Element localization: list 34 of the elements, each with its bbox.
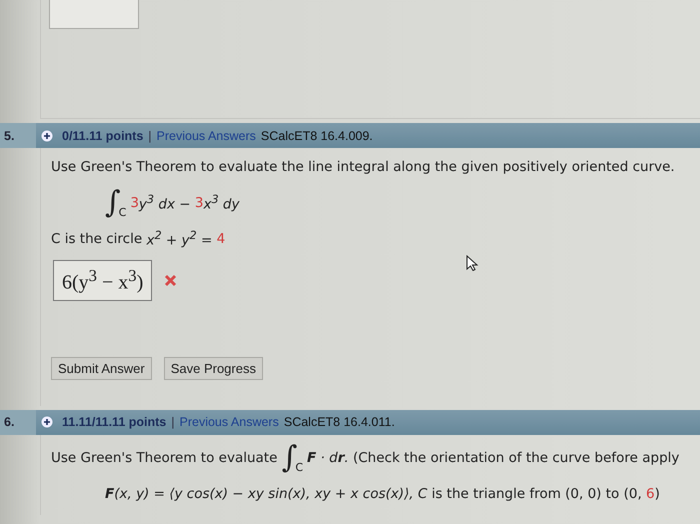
answer-box[interactable]: 6(y$^{3}$ − x$^{3}$)	[53, 260, 152, 301]
math-expression: y$^{3}$ dx −	[138, 193, 192, 213]
separator: |	[148, 128, 152, 142]
given-value: 6	[646, 486, 655, 502]
question-text: is the triangle from (0, 0) to (0,	[430, 486, 643, 502]
points-label: 0/11.11 points	[62, 128, 144, 142]
points-label: 11.11/11.11 points	[62, 415, 166, 430]
cursor-icon	[466, 255, 480, 271]
plus-circle-icon	[41, 416, 53, 428]
math-expression: F(x, y) = ⟨y cos(x) − xy sin(x), xy + x cos(x)⟩,	[105, 486, 415, 502]
source-label: SCalcET8 16.4.011.	[284, 415, 395, 430]
question-number: 6.	[0, 410, 36, 435]
math-expression: x$^{3}$ dy	[203, 193, 240, 213]
separator: |	[171, 415, 174, 430]
source-label: SCalcET8 16.4.009.	[260, 128, 373, 142]
cross-icon	[164, 274, 178, 287]
math-expression: x$^{2}$ + y$^{2}$ =	[146, 229, 214, 249]
question-text: C is the circle	[51, 231, 144, 247]
question-text: Use Green's Theorem to evaluate the line integral along the given positively oriented curve.	[51, 159, 675, 175]
given-value: 3	[130, 195, 139, 211]
math-expression: F · dr.	[307, 450, 349, 466]
integral-sign: ∫C	[282, 442, 304, 473]
given-value: 4	[216, 231, 226, 247]
save-button[interactable]: Save Progress	[164, 356, 263, 380]
question-number: 5.	[0, 123, 36, 148]
question-text: Use Green's Theorem to evaluate	[51, 450, 278, 466]
integral-sign: ∫C	[105, 188, 126, 218]
answer-field[interactable]	[49, 0, 139, 29]
math-expression: C	[418, 486, 428, 502]
submit-button[interactable]: Submit Answer	[51, 356, 152, 380]
question-text: (Check the orientation of the curve before apply	[352, 450, 680, 466]
question-text: )	[654, 486, 660, 502]
given-value: 3	[194, 195, 204, 211]
plus-circle-icon	[41, 130, 53, 142]
